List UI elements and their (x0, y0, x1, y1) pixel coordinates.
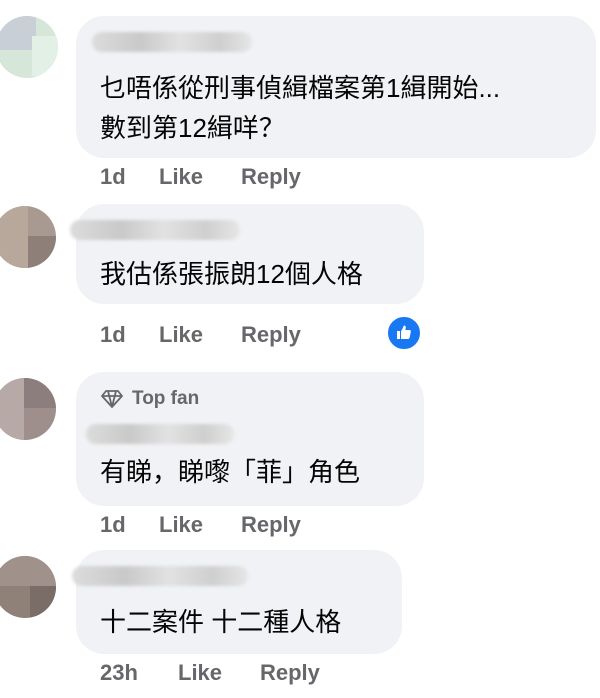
comment-actions: 23h Like Reply (100, 660, 360, 690)
top-fan-label: Top fan (132, 388, 200, 409)
like-button[interactable]: Like (178, 660, 222, 686)
avatar[interactable] (0, 206, 56, 268)
comment-actions: 1d Like Reply (100, 512, 340, 542)
comment-actions: 1d Like Reply (100, 322, 340, 352)
author-name-redacted[interactable] (72, 566, 248, 586)
reply-button[interactable]: Reply (260, 660, 320, 686)
comment-time[interactable]: 1d (100, 322, 126, 348)
like-button[interactable]: Like (159, 164, 203, 190)
avatar[interactable] (0, 378, 56, 440)
avatar[interactable] (0, 556, 56, 618)
comment-bubble: 我估係張振朗12個人格 (70, 204, 424, 304)
comment-actions: 1d Like Reply (100, 164, 340, 194)
reply-button[interactable]: Reply (241, 322, 301, 348)
diamond-icon (101, 390, 123, 408)
comment-bubble: 十二案件 十二種人格 (72, 550, 402, 654)
comment-bubble: Top fan 有睇，睇嚟「菲」角色 (76, 372, 424, 506)
reply-button[interactable]: Reply (241, 512, 301, 538)
comment-text: 我估係張振朗12個人格 (100, 259, 363, 289)
reply-button[interactable]: Reply (241, 164, 301, 190)
comment-time[interactable]: 23h (100, 660, 138, 686)
comment-time[interactable]: 1d (100, 512, 126, 538)
comment-time[interactable]: 1d (100, 164, 126, 190)
author-name-redacted[interactable] (70, 220, 240, 240)
like-button[interactable]: Like (159, 322, 203, 348)
like-button[interactable]: Like (159, 512, 203, 538)
avatar[interactable] (0, 16, 58, 78)
comment-text: 有睇，睇嚟「菲」角色 (100, 457, 361, 487)
like-reaction-icon[interactable] (386, 315, 422, 351)
comment-text: 乜唔係從刑事偵緝檔案第1緝開始... 數到第12緝咩？ (100, 73, 501, 143)
comment-bubble: 乜唔係從刑事偵緝檔案第1緝開始... 數到第12緝咩？ (76, 16, 596, 158)
author-name-redacted[interactable] (92, 32, 252, 52)
comment-text: 十二案件 十二種人格 (100, 607, 342, 637)
author-name-redacted[interactable] (86, 424, 234, 444)
